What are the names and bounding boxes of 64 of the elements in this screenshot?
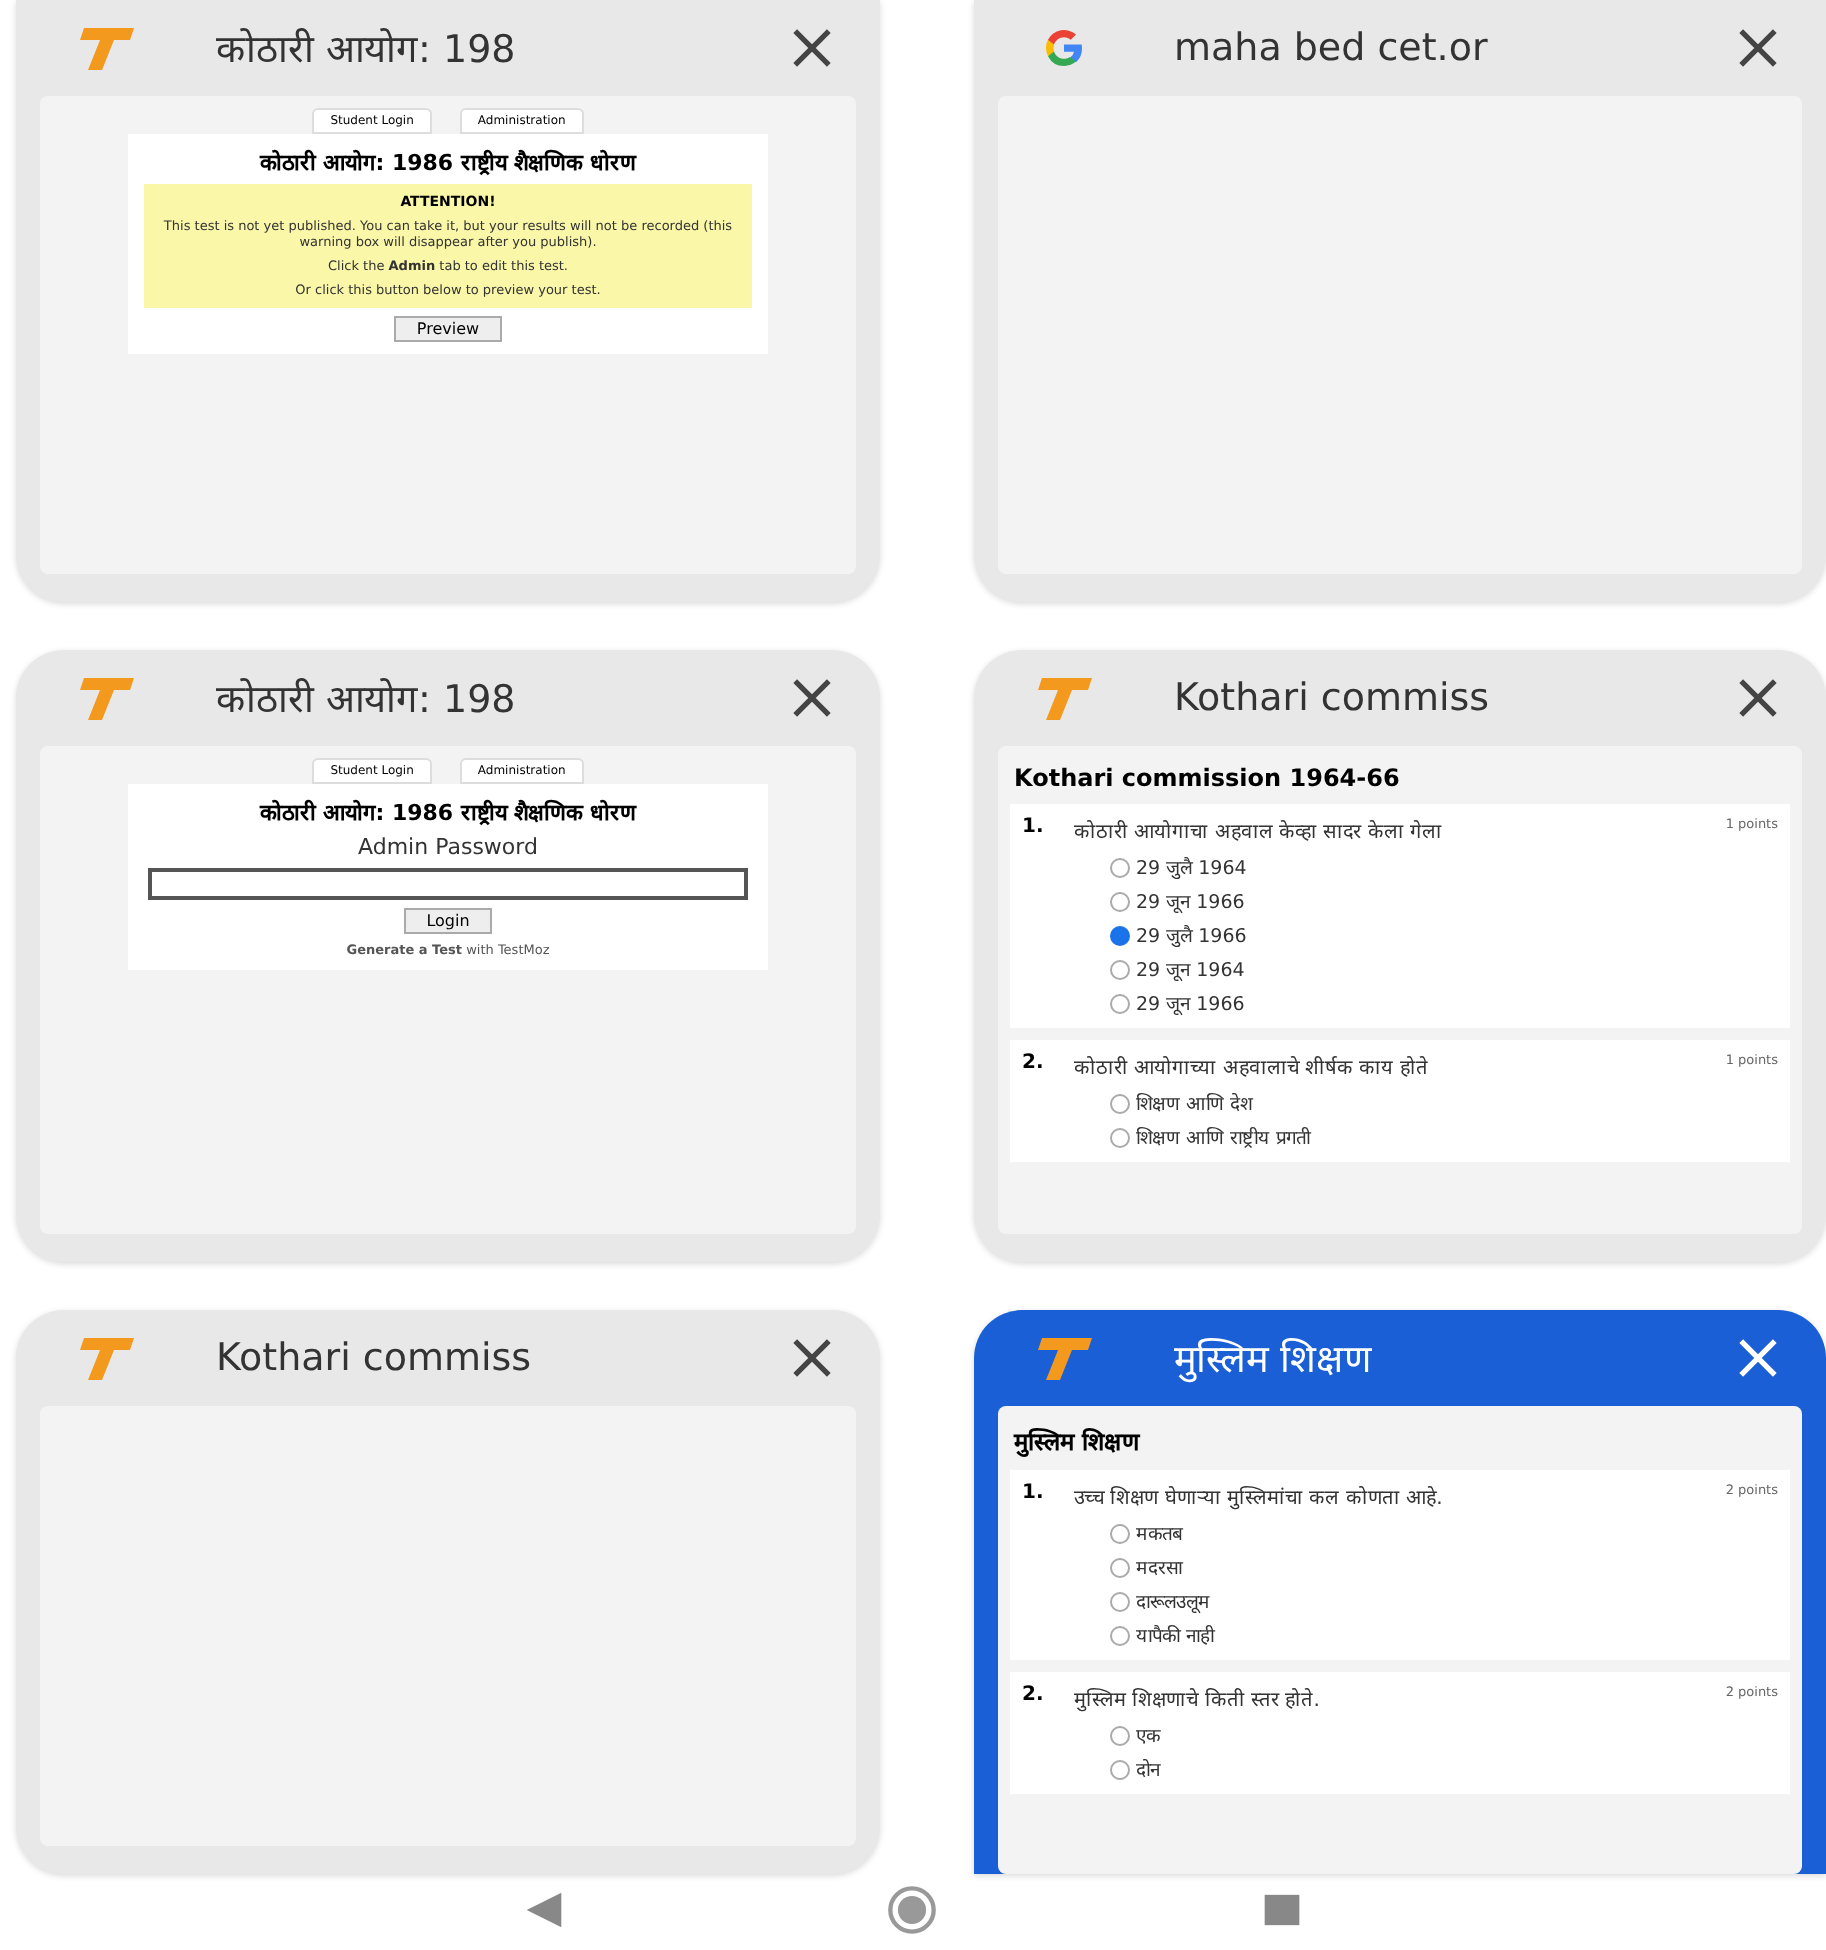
home-icon[interactable] bbox=[886, 1884, 939, 1936]
radio-button[interactable] bbox=[1110, 959, 1130, 979]
login-button[interactable]: Login bbox=[404, 908, 492, 934]
tab-title: Kothari commiss bbox=[216, 1336, 534, 1380]
radio-button[interactable] bbox=[1110, 891, 1130, 911]
option-label: मदरसा bbox=[1136, 1556, 1182, 1580]
radio-button[interactable] bbox=[1110, 1759, 1130, 1779]
radio-button[interactable] bbox=[1110, 1591, 1130, 1611]
tab-title: maha bed cet.or bbox=[1174, 26, 1490, 70]
option-label: 29 जून 1964 bbox=[1136, 958, 1245, 982]
question-number: 1. bbox=[1022, 816, 1046, 838]
t-logo-icon bbox=[1034, 1334, 1094, 1382]
tab-card[interactable] bbox=[16, 0, 880, 602]
option-label: मकतब bbox=[1136, 1522, 1182, 1546]
tab-card[interactable] bbox=[974, 650, 1826, 1262]
close-icon[interactable] bbox=[788, 24, 836, 72]
option-label: एक bbox=[1136, 1724, 1160, 1748]
option-label: 29 जून 1966 bbox=[1136, 890, 1245, 914]
tab-title: कोठारी आयोग: 198 bbox=[216, 26, 518, 74]
tab-title: मुस्लिम शिक्षण bbox=[1174, 1336, 1375, 1384]
t-logo-icon bbox=[76, 1334, 136, 1382]
question-number: 1. bbox=[1022, 1482, 1046, 1504]
question-number: 2. bbox=[1022, 1052, 1046, 1074]
test-heading: कोठारी आयोग: 1986 राष्ट्रीय शैक्षणिक धोरण bbox=[259, 797, 637, 826]
option-label: शिक्षण आणि राष्ट्रीय प्रगती bbox=[1136, 1125, 1311, 1150]
quiz-heading: Kothari commission 1964-66 bbox=[1012, 762, 1402, 796]
close-icon[interactable] bbox=[1734, 674, 1782, 722]
t-logo-icon bbox=[76, 24, 136, 72]
tab-card[interactable]: Kothari commiss bbox=[16, 1310, 880, 1874]
radio-button[interactable] bbox=[1110, 1625, 1130, 1645]
option-label: दारूलउलूम bbox=[1136, 1590, 1210, 1614]
close-icon[interactable] bbox=[1734, 24, 1782, 72]
question-text: कोठारी आयोगाचा अहवाल केव्हा सादर केला गेला bbox=[1074, 818, 1445, 844]
tab-title: Kothari commiss bbox=[1174, 676, 1492, 720]
close-icon[interactable] bbox=[788, 674, 836, 722]
radio-button[interactable] bbox=[1110, 1557, 1130, 1577]
radio-button[interactable] bbox=[1110, 925, 1130, 945]
radio-button[interactable] bbox=[1110, 1127, 1130, 1147]
radio-button[interactable] bbox=[1110, 1725, 1130, 1745]
password-label: Admin Password bbox=[358, 834, 538, 860]
preview-button[interactable]: Preview bbox=[394, 316, 502, 342]
quiz-heading: मुस्लिम शिक्षण bbox=[1011, 1426, 1143, 1461]
option-label: शिक्षण आणि देश bbox=[1136, 1091, 1253, 1116]
option-label: 29 जुलै 1964 bbox=[1136, 855, 1247, 880]
radio-button[interactable] bbox=[1110, 1523, 1130, 1543]
close-icon[interactable] bbox=[788, 1334, 836, 1382]
t-logo-icon bbox=[76, 674, 136, 722]
radio-button[interactable] bbox=[1110, 857, 1130, 877]
option-label: 29 जुलै 1966 bbox=[1136, 923, 1247, 948]
question-text: उच्च शिक्षण घेणाऱ्या मुस्लिमांचा कल कोणता आहे. bbox=[1074, 1484, 1445, 1510]
option-label: यापैकी नाही bbox=[1136, 1623, 1215, 1648]
tab-title: कोठारी आयोग: 198 bbox=[216, 676, 518, 724]
question-text: मुस्लिम शिक्षणाचे किती स्तर होते. bbox=[1074, 1686, 1322, 1712]
tab-card[interactable]: maha bed cet.or bbox=[974, 0, 1826, 602]
close-icon[interactable] bbox=[1734, 1334, 1782, 1382]
question-text: कोठारी आयोगाच्या अहवालाचे शीर्षक काय होते bbox=[1074, 1054, 1430, 1080]
option-label: 29 जून 1966 bbox=[1136, 992, 1245, 1016]
question-number: 2. bbox=[1022, 1684, 1046, 1706]
radio-button[interactable] bbox=[1110, 993, 1130, 1013]
t-logo-icon bbox=[1034, 674, 1094, 722]
radio-button[interactable] bbox=[1110, 1093, 1130, 1113]
password-field[interactable] bbox=[148, 868, 748, 900]
test-heading: कोठारी आयोग: 1986 राष्ट्रीय शैक्षणिक धोरण bbox=[259, 147, 637, 176]
option-label: दोन bbox=[1136, 1757, 1160, 1782]
